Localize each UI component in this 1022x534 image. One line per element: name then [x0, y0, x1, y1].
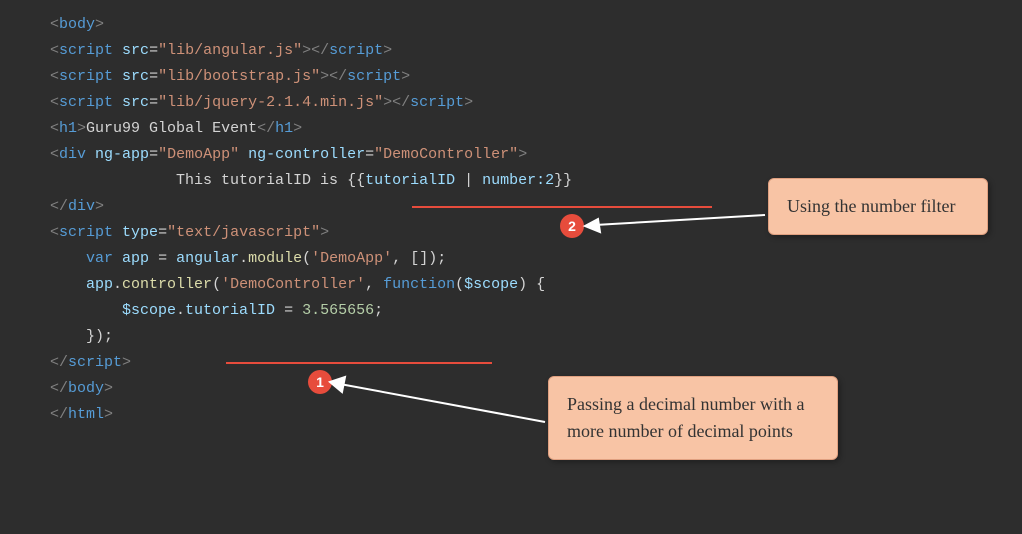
code-line-body-open: <body>	[50, 12, 1022, 38]
code-line-scope-assign: $scope.tutorialID = 3.565656;	[50, 298, 1022, 324]
callout-decimal-number: Passing a decimal number with a more num…	[548, 376, 838, 460]
arrow-callout-1	[580, 195, 770, 235]
code-line-script-jquery: <script src="lib/jquery-2.1.4.min.js"></…	[50, 90, 1022, 116]
underline-assignment	[226, 362, 492, 364]
code-line-h1: <h1>Guru99 Global Event</h1>	[50, 116, 1022, 142]
code-line-script-bootstrap: <script src="lib/bootstrap.js"></script>	[50, 64, 1022, 90]
arrow-callout-2	[325, 372, 550, 432]
code-line-div-open: <div ng-app="DemoApp" ng-controller="Dem…	[50, 142, 1022, 168]
code-line-var-app: var app = angular.module('DemoApp', []);	[50, 246, 1022, 272]
code-line-script-angular: <script src="lib/angular.js"></script>	[50, 38, 1022, 64]
code-line-controller: app.controller('DemoController', functio…	[50, 272, 1022, 298]
code-line-closing-brace: });	[50, 324, 1022, 350]
callout-number-filter: Using the number filter	[768, 178, 988, 235]
